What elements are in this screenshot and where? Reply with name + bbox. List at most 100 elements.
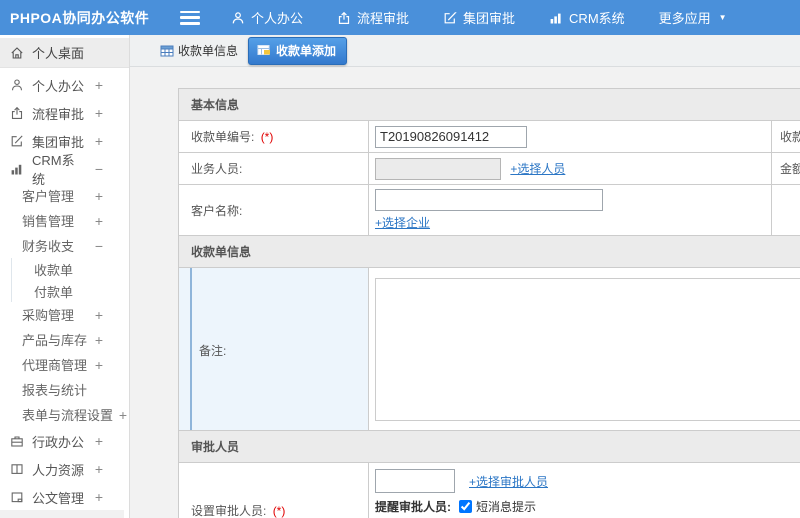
approver-label-cell: 设置审批人员: (*) bbox=[178, 462, 369, 518]
briefcase-icon bbox=[10, 434, 24, 448]
expand-icon[interactable]: + bbox=[95, 307, 103, 323]
expand-icon[interactable]: + bbox=[95, 105, 103, 121]
required-mark: (*) bbox=[260, 130, 274, 144]
expand-icon[interactable]: + bbox=[95, 213, 103, 229]
sidebar-item-agent-mgmt[interactable]: 代理商管理 + bbox=[0, 352, 129, 377]
select-approver-link[interactable]: +选择审批人员 bbox=[469, 473, 548, 490]
app-logo: PHPOA协同办公软件 bbox=[10, 9, 150, 26]
expand-icon[interactable]: + bbox=[95, 357, 103, 373]
sidebar-item-label: 财务收支 bbox=[22, 239, 75, 254]
sidebar-item-label: 表单与流程设置 bbox=[22, 408, 114, 423]
staff-label-cell: 业务人员: bbox=[178, 152, 369, 185]
receipt-no-label-cell: 收款单编号: (*) bbox=[178, 120, 369, 153]
staff-input[interactable] bbox=[375, 157, 501, 180]
tab-label: 收款单信息 bbox=[178, 44, 239, 58]
select-company-link[interactable]: +选择企业 bbox=[375, 216, 430, 230]
sidebar-item-personal-desktop[interactable]: 个人桌面 bbox=[0, 38, 129, 68]
sidebar-item-label: 人力资源 bbox=[32, 462, 85, 478]
customer-input[interactable] bbox=[375, 189, 603, 211]
sidebar-item-customer-mgmt[interactable]: 客户管理 + bbox=[0, 183, 129, 208]
expand-icon[interactable]: + bbox=[95, 489, 103, 505]
expand-icon[interactable]: + bbox=[95, 461, 103, 477]
expand-icon[interactable]: + bbox=[95, 77, 103, 93]
sidebar-item-label: 付款单 bbox=[34, 284, 74, 300]
sms-notify-label: 短消息提示 bbox=[476, 500, 537, 514]
sidebar-item-personal-office[interactable]: 个人办公 + bbox=[0, 71, 129, 99]
workflow-icon bbox=[10, 106, 24, 120]
sidebar-item-label: 流程审批 bbox=[32, 106, 85, 122]
sidebar-item-workflow-approval[interactable]: 流程审批 + bbox=[0, 99, 129, 127]
tab-label: 收款单添加 bbox=[276, 43, 337, 58]
sidebar-item-hr[interactable]: 人力资源 + bbox=[0, 455, 129, 483]
topnav-more-apps[interactable]: 更多应用 ▼ bbox=[642, 0, 744, 35]
workflow-icon bbox=[337, 11, 351, 25]
sidebar-item-admin-office[interactable]: 行政办公 + bbox=[0, 427, 129, 455]
user-icon bbox=[10, 78, 24, 92]
receipt-no-input[interactable] bbox=[375, 125, 527, 148]
section-header-basic-info: 基本信息 bbox=[177, 88, 800, 121]
topnav-label: 流程审批 bbox=[357, 11, 410, 26]
topnav-personal-office[interactable]: 个人办公 bbox=[214, 0, 320, 35]
table-icon bbox=[160, 44, 174, 58]
amount-label-cell: 金额: bbox=[771, 152, 800, 185]
expand-icon[interactable]: + bbox=[95, 133, 103, 149]
chevron-down-icon: ▼ bbox=[718, 13, 727, 22]
bar-chart-icon bbox=[10, 162, 24, 176]
sidebar-item-document-mgmt[interactable]: 公文管理 + bbox=[0, 483, 129, 511]
sidebar-item-label: 个人办公 bbox=[32, 78, 85, 94]
topnav-group-approval[interactable]: 集团审批 bbox=[426, 0, 532, 35]
sidebar-item-label: 收款单 bbox=[34, 262, 74, 278]
finance-submenu: 收款单 付款单 bbox=[11, 258, 129, 302]
section-header-approval: 审批人员 bbox=[177, 430, 800, 463]
sms-notify-checkbox[interactable] bbox=[459, 500, 472, 513]
receipt-no-field-cell bbox=[368, 120, 772, 153]
sidebar-item-label: 公文管理 bbox=[32, 490, 85, 506]
tab-receipt-info[interactable]: 收款单信息 bbox=[160, 42, 238, 59]
sidebar-item-payment[interactable]: 付款单 bbox=[34, 280, 129, 302]
sidebar-item-form-workflow-settings[interactable]: 表单与流程设置 + bbox=[0, 402, 129, 427]
expand-icon[interactable]: + bbox=[95, 332, 103, 348]
sidebar-item-crm[interactable]: CRM系统 − bbox=[0, 153, 129, 187]
topnav-workflow-approval[interactable]: 流程审批 bbox=[320, 0, 426, 35]
sidebar-item-receipt[interactable]: 收款单 bbox=[34, 258, 129, 280]
staff-label: 业务人员: bbox=[191, 162, 243, 176]
section-header-receipt-info: 收款单信息 bbox=[177, 235, 800, 268]
expand-icon[interactable]: + bbox=[95, 188, 103, 204]
tab-receipt-add-active[interactable]: 收款单添加 bbox=[248, 36, 348, 65]
expand-icon[interactable]: + bbox=[119, 407, 127, 423]
note-field-cell bbox=[367, 267, 800, 434]
sidebar-item-sales-mgmt[interactable]: 销售管理 + bbox=[0, 208, 129, 233]
edit-square-icon bbox=[10, 134, 24, 148]
select-staff-link[interactable]: +选择人员 bbox=[510, 162, 565, 176]
topnav-label: 集团审批 bbox=[463, 11, 516, 26]
collapse-icon[interactable]: − bbox=[95, 238, 103, 254]
approver-field-cell: +选择审批人员 提醒审批人员: 短消息提示 注：流程第一步审批人员，这里选择你的… bbox=[367, 462, 800, 518]
expand-icon[interactable]: + bbox=[95, 433, 103, 449]
collapse-icon[interactable]: − bbox=[95, 161, 103, 177]
sidebar: 个人桌面 个人办公 + 流程审批 + 集团审批 + CRM系统 − 客户管理 +… bbox=[0, 35, 130, 518]
edit-square-icon bbox=[443, 11, 457, 25]
topnav-label: CRM系统 bbox=[569, 11, 625, 26]
approver-input[interactable] bbox=[375, 469, 455, 493]
sidebar-item-finance[interactable]: 财务收支 − bbox=[0, 233, 129, 258]
sidebar-item-reports[interactable]: 报表与统计 bbox=[0, 377, 129, 402]
book-icon bbox=[10, 462, 24, 476]
sidebar-item-label: 个人桌面 bbox=[32, 46, 85, 61]
sidebar-item-label: 产品与库存 bbox=[22, 333, 88, 348]
sidebar-item-product-inventory[interactable]: 产品与库存 + bbox=[0, 327, 129, 352]
receipt-no-label: 收款单编号: bbox=[191, 130, 255, 144]
empty-cell bbox=[771, 184, 800, 236]
topnav-crm[interactable]: CRM系统 bbox=[532, 0, 642, 35]
topnav-label: 个人办公 bbox=[251, 11, 304, 26]
basic-info-panel: 基本信息 收款单编号: (*) 收款单日期: 业务人员: bbox=[177, 88, 800, 434]
sidebar-item-label: 客户管理 bbox=[22, 189, 75, 204]
user-icon bbox=[231, 11, 245, 25]
hamburger-menu-icon[interactable] bbox=[180, 10, 200, 25]
tab-strip: 收款单信息 收款单添加 bbox=[130, 35, 800, 67]
customer-label: 客户名称: bbox=[191, 203, 243, 218]
table-add-icon bbox=[257, 43, 271, 57]
remind-approver-label: 提醒审批人员: bbox=[375, 500, 451, 514]
note-textarea[interactable] bbox=[375, 277, 800, 421]
sidebar-item-purchase-mgmt[interactable]: 采购管理 + bbox=[0, 302, 129, 327]
required-mark: (*) bbox=[272, 503, 286, 518]
